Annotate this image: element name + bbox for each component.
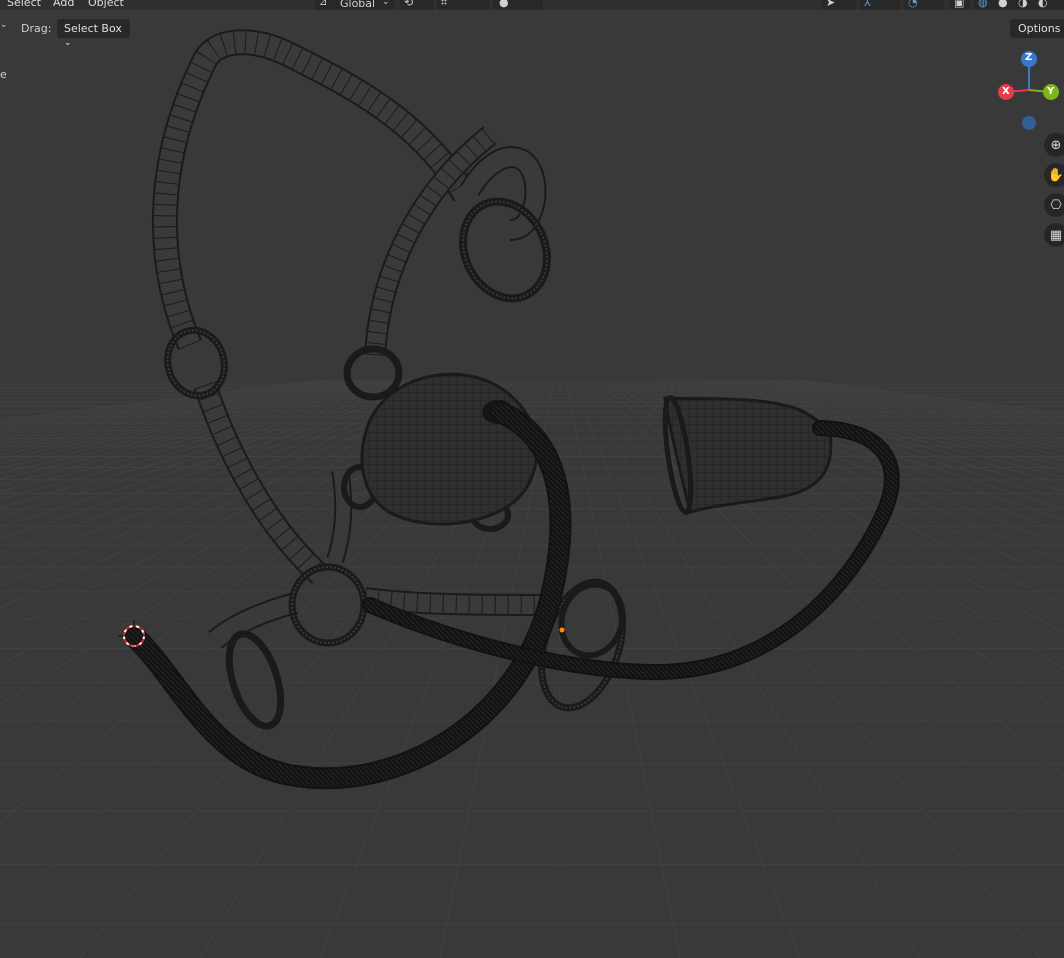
object-origin-dot: [559, 627, 565, 633]
drag-mode-value: Select Box: [64, 22, 122, 35]
chevron-down-icon: ⌄: [382, 0, 390, 7]
tool-settings-bar: ⌄ Drag: Select Box ⌄ Options: [0, 18, 1064, 48]
header-menubar: Select Add Object ⊿ Global ⌄ ⟲ ⌗ ● ➤ ⅄ ◔…: [0, 0, 1064, 10]
cup-object: [662, 395, 833, 515]
menu-add[interactable]: Add: [53, 0, 74, 9]
clipped-side-text: e: [0, 68, 7, 81]
pan-hand-icon[interactable]: ✋: [1044, 163, 1064, 187]
menu-select[interactable]: Select: [7, 0, 41, 9]
gizmo-x-label: X: [1002, 86, 1010, 97]
orientation-icon: ⊿: [319, 0, 328, 8]
gizmo-dropdown[interactable]: ⅄: [860, 0, 900, 10]
rendered-shading-icon[interactable]: ◐: [1038, 0, 1048, 9]
grid-icon[interactable]: ▦: [1044, 223, 1064, 247]
viewport-scene: [0, 29, 1064, 958]
chevron-down-icon[interactable]: ⌄: [0, 20, 8, 30]
chevron-down-icon: ⌄: [64, 38, 72, 48]
gizmo-y-label: Y: [1047, 86, 1055, 97]
wireframe-shading-icon[interactable]: ◍: [978, 0, 988, 9]
3d-viewport[interactable]: [0, 0, 1064, 958]
options-label: Options: [1018, 22, 1061, 35]
xray-toggle[interactable]: ▣: [950, 0, 970, 10]
harness-strap: [151, 29, 547, 649]
proportional-edit-dropdown[interactable]: ●: [493, 0, 543, 10]
pivot-point-dropdown[interactable]: ⟲: [400, 0, 434, 10]
xray-icon: ▣: [954, 0, 965, 9]
options-dropdown[interactable]: Options: [1010, 19, 1064, 38]
pivot-icon: ⟲: [404, 0, 414, 9]
material-shading-icon[interactable]: ◑: [1018, 0, 1028, 9]
menu-object[interactable]: Object: [88, 0, 124, 9]
gizmo-z-label: Z: [1025, 52, 1033, 63]
bell-object: [360, 372, 539, 526]
proportional-icon: ●: [499, 0, 509, 9]
transform-orientation-dropdown[interactable]: ⊿ Global ⌄: [314, 0, 394, 10]
selectability-icon: ➤: [826, 0, 836, 9]
drag-label: Drag:: [21, 22, 52, 35]
gizmo-icon: ⅄: [864, 0, 871, 9]
snap-dropdown[interactable]: ⌗: [437, 0, 489, 10]
overlays-icon: ◔: [908, 0, 918, 9]
drag-mode-dropdown[interactable]: Select Box ⌄: [57, 19, 130, 48]
overlays-dropdown[interactable]: ◔: [904, 0, 944, 10]
solid-shading-icon[interactable]: ●: [998, 0, 1008, 9]
navigation-gizmo[interactable]: Z X Y: [994, 50, 1064, 136]
snap-magnet-icon: ⌗: [441, 0, 448, 9]
zoom-icon[interactable]: ⊕: [1044, 133, 1064, 157]
camera-icon[interactable]: ⎔: [1044, 193, 1064, 217]
shading-mode-buttons[interactable]: ◍ ● ◑ ◐: [974, 0, 1064, 10]
orientation-label: Global: [340, 0, 376, 10]
visibility-dropdown[interactable]: ➤: [822, 0, 856, 10]
